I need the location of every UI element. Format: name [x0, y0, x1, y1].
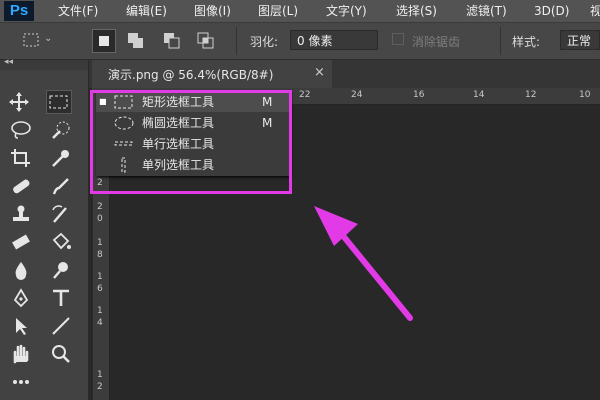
annotation-arrow-icon — [314, 206, 413, 321]
